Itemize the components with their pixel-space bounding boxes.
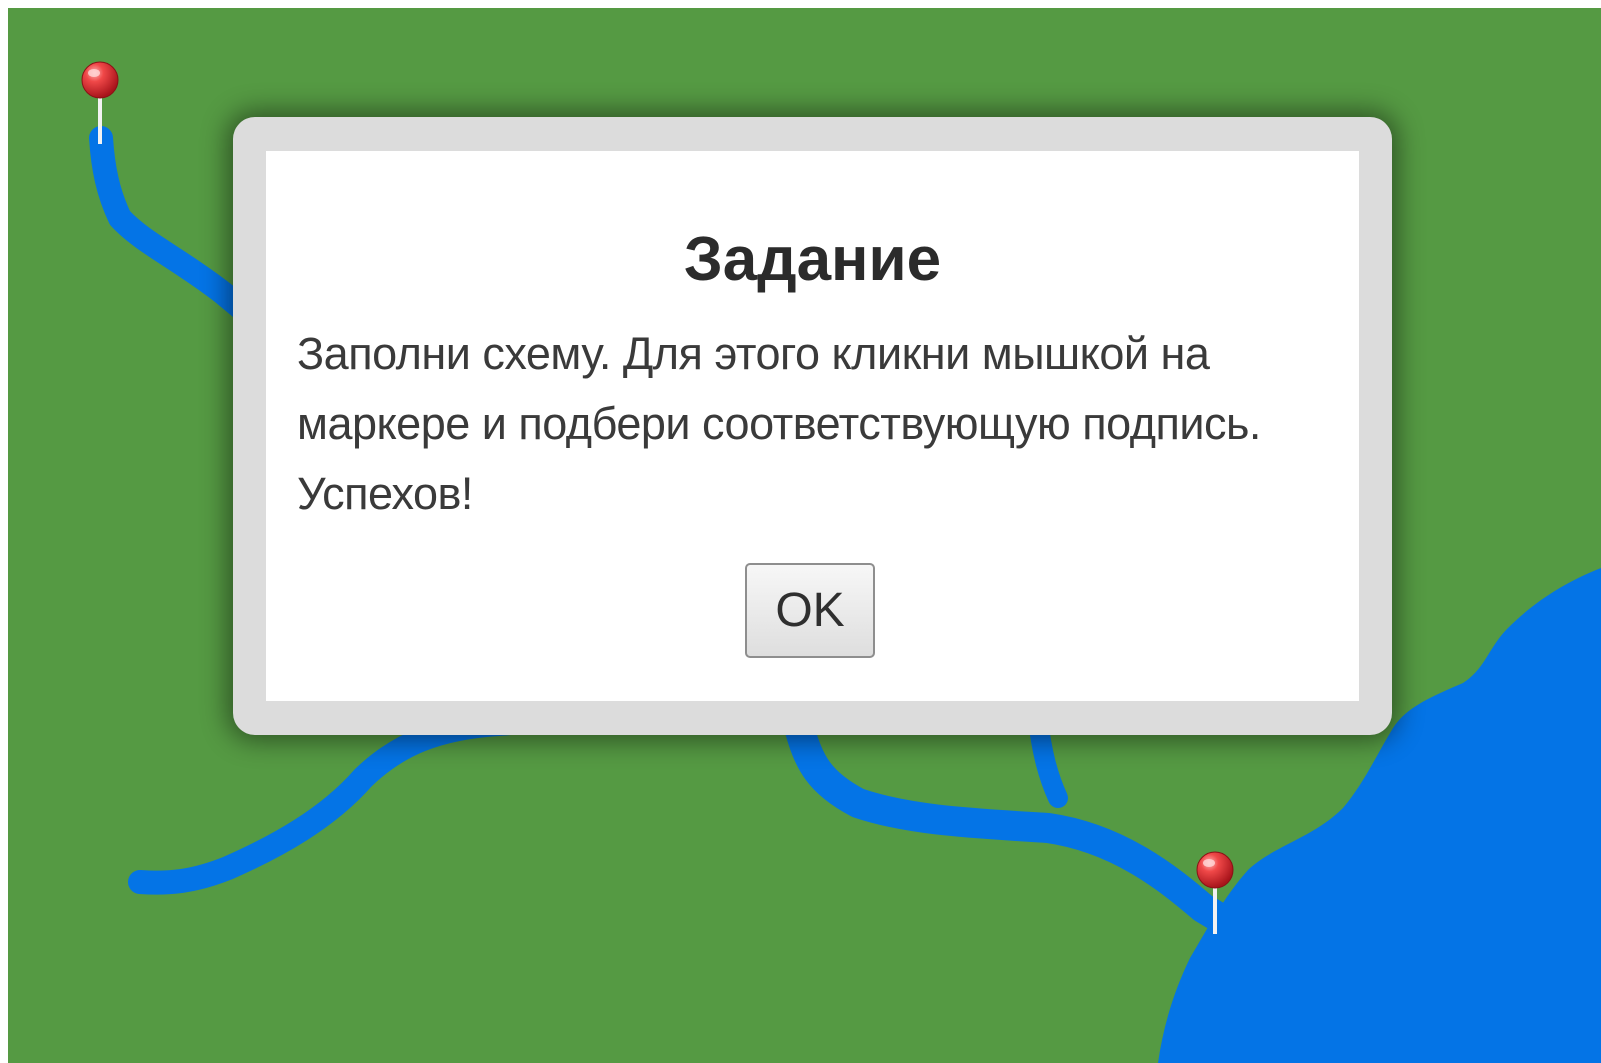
- dialog-title: Задание: [683, 225, 942, 294]
- screen: Задание Заполни схему. Для этого кликни …: [0, 0, 1601, 1063]
- ok-button[interactable]: OK: [745, 563, 875, 658]
- task-dialog-body: Задание Заполни схему. Для этого кликни …: [266, 151, 1359, 701]
- task-dialog: Задание Заполни схему. Для этого кликни …: [233, 117, 1392, 735]
- dialog-message: Заполни схему. Для этого кликни мышкой н…: [297, 328, 1261, 519]
